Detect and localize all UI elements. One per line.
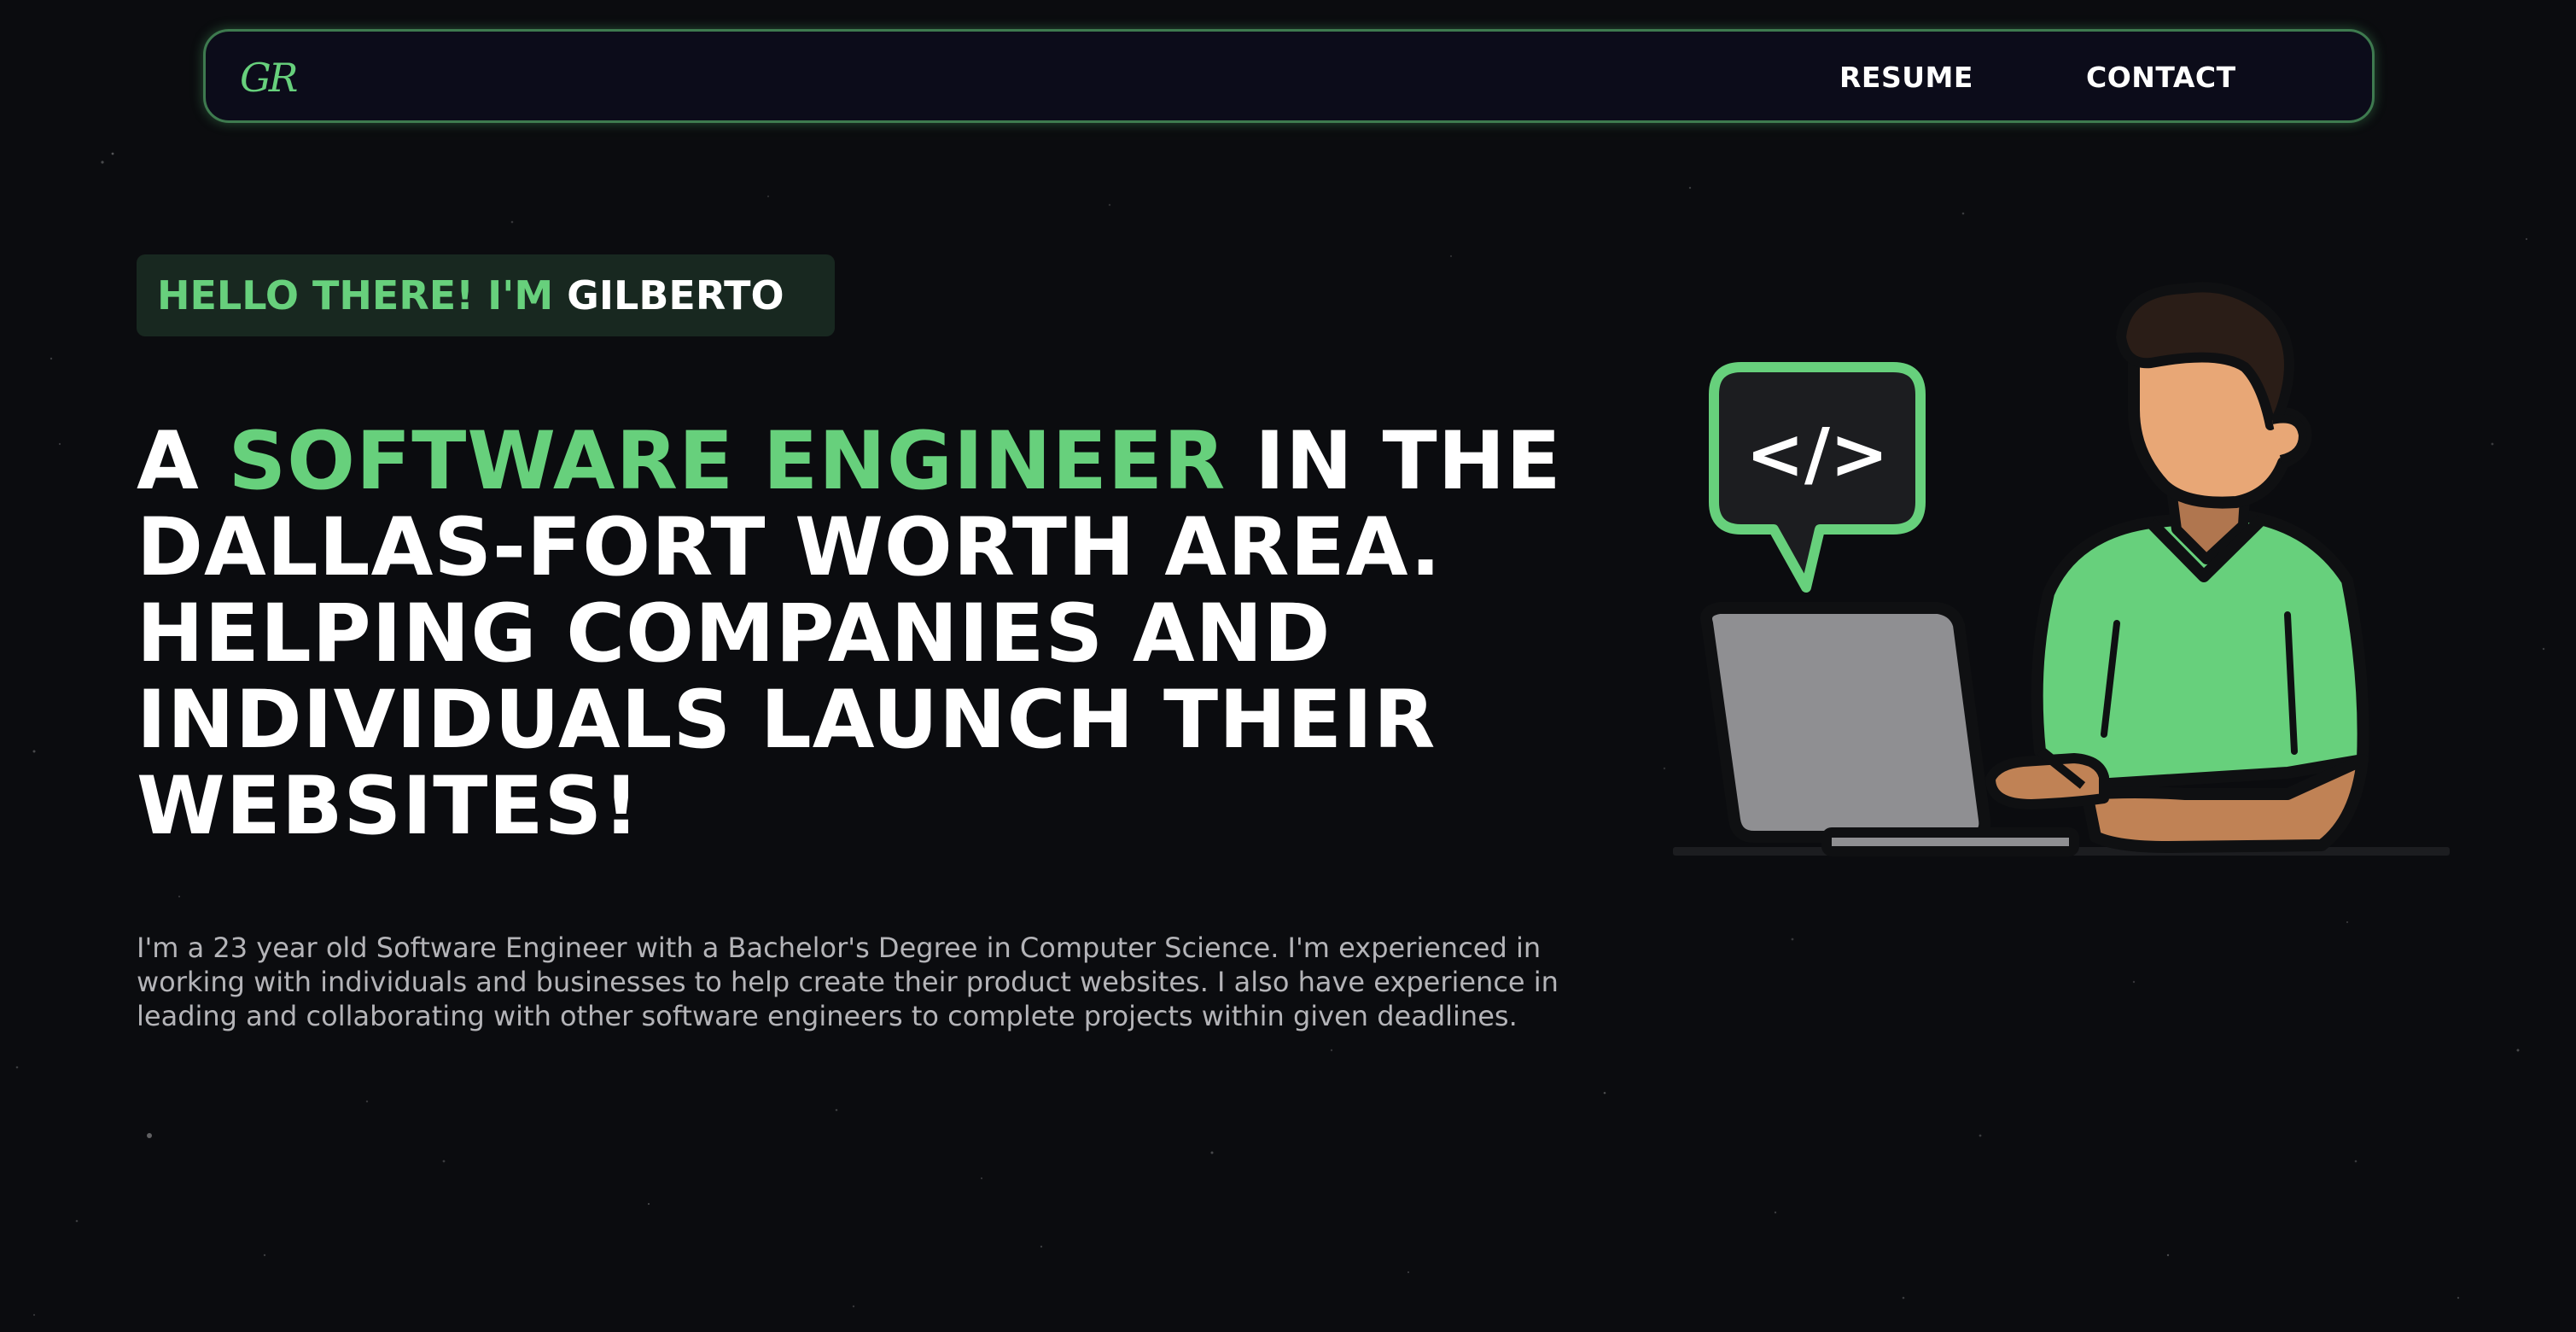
- person-figure: [1985, 282, 2369, 853]
- svg-text:</>: </>: [1746, 414, 1888, 495]
- headline-lead: A: [137, 415, 229, 508]
- greeting-prefix: HELLO THERE! I'M: [157, 272, 568, 318]
- nav-link-resume[interactable]: RESUME: [1839, 59, 1973, 96]
- site-logo[interactable]: GR: [240, 54, 298, 102]
- hero-headline: A SOFTWARE ENGINEER IN THE DALLAS-FORT W…: [137, 418, 1639, 850]
- nav-link-contact[interactable]: CONTACT: [2086, 59, 2236, 96]
- greeting-badge: HELLO THERE! I'M GILBERTO: [137, 254, 835, 336]
- developer-at-laptop-illustration: </>: [1673, 282, 2450, 856]
- hero-bio: I'm a 23 year old Software Engineer with…: [137, 932, 1559, 1032]
- top-navbar: GR RESUME CONTACT: [203, 29, 2375, 123]
- headline-accent: SOFTWARE ENGINEER: [228, 415, 1227, 508]
- code-bubble-icon: </>: [1709, 362, 1926, 593]
- laptop: [1700, 602, 2079, 856]
- greeting-name: GILBERTO: [567, 272, 784, 318]
